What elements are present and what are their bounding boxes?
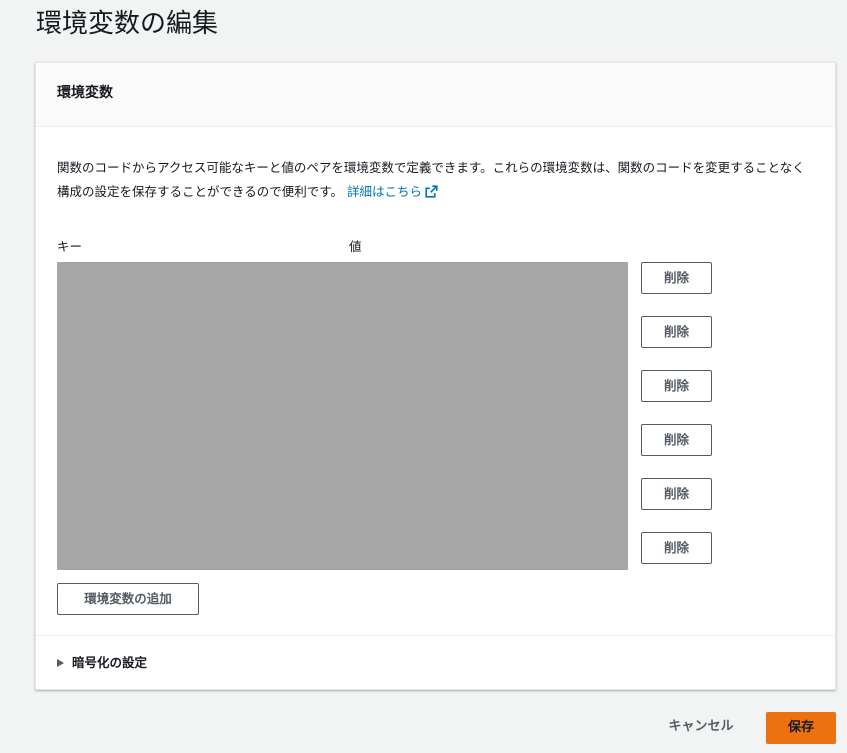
delete-button[interactable]: 削除 (641, 316, 712, 348)
delete-button[interactable]: 削除 (641, 262, 712, 294)
encryption-settings-toggle[interactable]: 暗号化の設定 (57, 653, 147, 673)
learn-more-link[interactable]: 詳細はこちら (347, 184, 438, 199)
delete-button[interactable]: 削除 (641, 424, 712, 456)
panel-header: 環境変数 (36, 63, 835, 127)
panel-description: 関数のコードからアクセス可能なキーと値のペアを環境変数で定義できます。これらの環… (57, 156, 817, 204)
add-environment-variable-button[interactable]: 環境変数の追加 (57, 583, 199, 615)
key-column-header: キー (57, 239, 83, 254)
page-title: 環境変数の編集 (36, 9, 219, 39)
learn-more-label: 詳細はこちら (347, 184, 423, 199)
value-column-header: 値 (349, 239, 362, 254)
redacted-key-value-fields (57, 262, 628, 570)
save-button[interactable]: 保存 (766, 712, 836, 744)
external-link-icon (425, 185, 438, 198)
section-divider (36, 635, 835, 636)
caret-right-icon (57, 659, 64, 667)
environment-variables-panel: 環境変数 関数のコードからアクセス可能なキーと値のペアを環境変数で定義できます。… (35, 62, 836, 690)
delete-button[interactable]: 削除 (641, 532, 712, 564)
delete-button[interactable]: 削除 (641, 370, 712, 402)
cancel-button[interactable]: キャンセル (653, 711, 749, 743)
delete-button[interactable]: 削除 (641, 478, 712, 510)
encryption-settings-label: 暗号化の設定 (72, 655, 148, 670)
panel-title: 環境変数 (57, 85, 113, 101)
